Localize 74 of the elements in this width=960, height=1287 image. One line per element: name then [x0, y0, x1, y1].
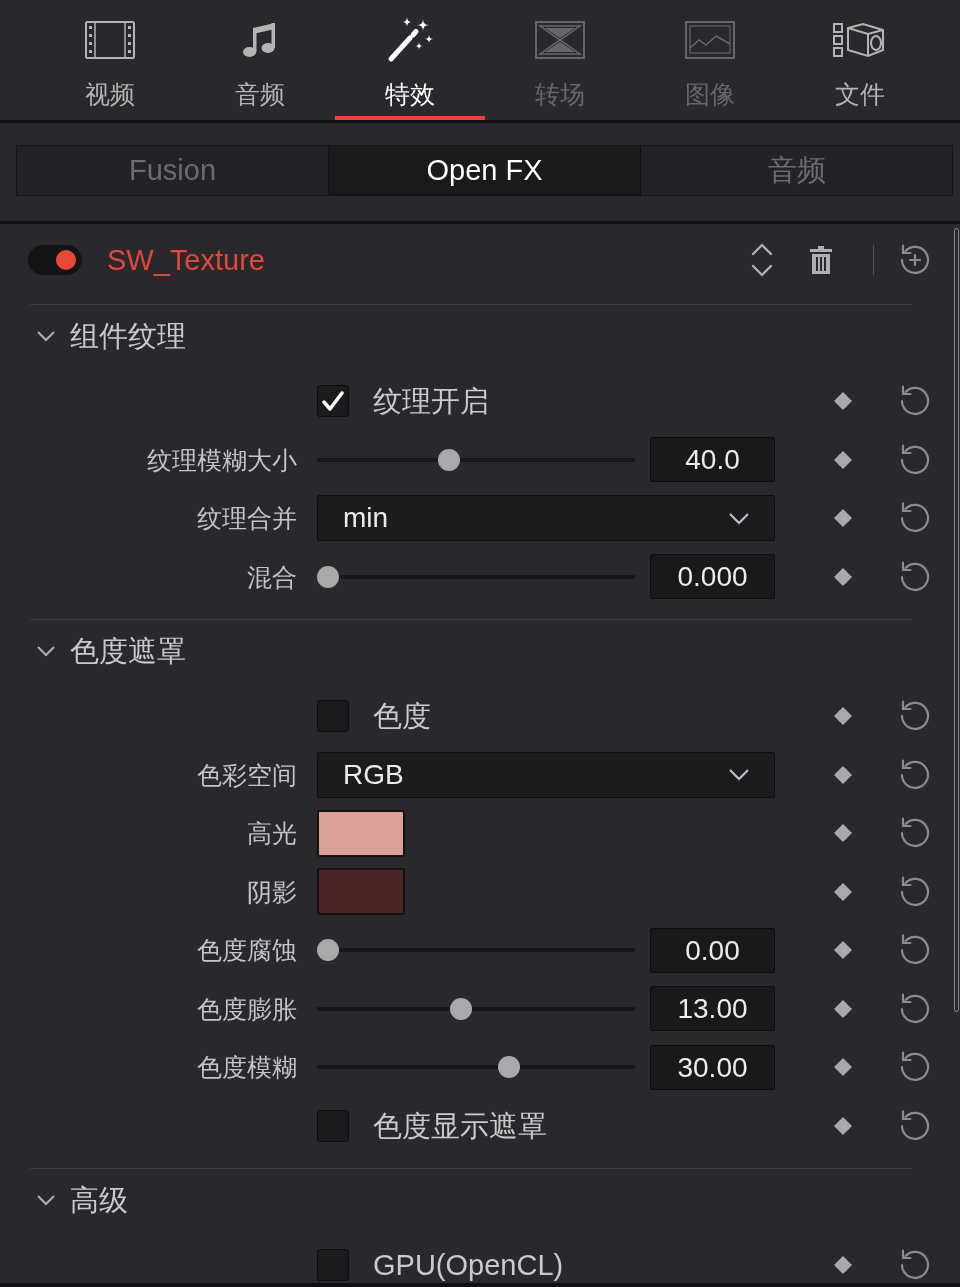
keyframe-diamond-icon[interactable] — [833, 1057, 853, 1078]
slider-thumb[interactable] — [438, 448, 461, 471]
value-field[interactable]: 40.0 — [650, 437, 775, 483]
value-field[interactable]: 13.00 — [650, 986, 775, 1032]
section-title[interactable]: 组件纹理 — [70, 318, 186, 354]
checkbox[interactable] — [317, 1109, 349, 1142]
keyframe-diamond-icon[interactable] — [833, 449, 853, 470]
value-field[interactable]: 0.00 — [650, 927, 775, 973]
scrollbar-thumb[interactable] — [954, 228, 959, 1012]
dropdown[interactable]: min — [317, 495, 775, 542]
checkbox[interactable] — [317, 700, 349, 733]
param-label: 色彩空间 — [197, 759, 297, 790]
reset-icon[interactable] — [898, 1108, 932, 1143]
chevron-down-icon — [728, 511, 750, 525]
reset-icon[interactable] — [898, 757, 932, 792]
section-title[interactable]: 高级 — [70, 1182, 128, 1218]
chevron-down-icon[interactable] — [36, 645, 56, 657]
chevrons-up-down-icon[interactable] — [751, 242, 773, 278]
param-label: 纹理模糊大小 — [147, 444, 297, 475]
keyframe-diamond-icon[interactable] — [833, 1115, 853, 1136]
reset-icon[interactable] — [898, 559, 932, 594]
keyframe-diamond-icon[interactable] — [833, 998, 853, 1019]
param-label: 混合 — [247, 561, 297, 592]
param-label: 高光 — [247, 818, 297, 849]
media-tab[interactable]: 视频 — [35, 0, 185, 120]
keyframe-diamond-icon[interactable] — [833, 706, 853, 727]
section-title[interactable]: 色度遮罩 — [70, 633, 186, 669]
keyframe-diamond-icon[interactable] — [833, 566, 853, 587]
slider-thumb[interactable] — [497, 1056, 520, 1079]
checkbox-label: GPU(OpenCL) — [373, 1248, 564, 1283]
checkbox-label: 色度显示遮罩 — [373, 1108, 547, 1143]
keyframe-diamond-icon[interactable] — [833, 823, 853, 844]
keyframe-diamond-icon[interactable] — [833, 764, 853, 785]
value-field[interactable]: 30.00 — [650, 1044, 775, 1090]
reset-plus-icon[interactable] — [898, 243, 932, 277]
effect-name: SW_Texture — [107, 243, 265, 278]
transition-icon — [535, 21, 585, 59]
param-label: 阴影 — [247, 876, 297, 907]
chevron-down-icon — [728, 768, 750, 782]
image-icon — [685, 21, 735, 59]
checkbox-label: 纹理开启 — [373, 384, 489, 419]
slider-thumb[interactable] — [317, 939, 339, 962]
slider-thumb[interactable] — [450, 997, 473, 1020]
checkbox-label: 色度 — [373, 699, 431, 734]
checkbox[interactable] — [317, 1249, 349, 1282]
param-label: 色度模糊 — [197, 1052, 297, 1083]
reset-icon[interactable] — [898, 991, 932, 1026]
param-label: 色度腐蚀 — [197, 935, 297, 966]
param-label: 纹理合并 — [197, 503, 297, 534]
param-label: 色度膨胀 — [197, 993, 297, 1024]
cube-icon — [833, 20, 887, 60]
color-swatch[interactable] — [317, 809, 405, 857]
keyframe-diamond-icon[interactable] — [833, 1255, 853, 1276]
keyframe-diamond-icon[interactable] — [833, 940, 853, 961]
media-tab[interactable]: 文件 — [785, 0, 935, 120]
value-field[interactable]: 0.000 — [650, 554, 775, 600]
color-swatch[interactable] — [317, 868, 405, 916]
reset-icon[interactable] — [898, 874, 932, 909]
chevron-down-icon[interactable] — [36, 330, 56, 342]
keyframe-diamond-icon[interactable] — [833, 508, 853, 529]
toggle-switch[interactable] — [28, 245, 82, 275]
keyframe-diamond-icon[interactable] — [833, 391, 853, 412]
trash-icon[interactable] — [810, 246, 832, 274]
checkbox[interactable] — [317, 385, 349, 418]
keyframe-diamond-icon[interactable] — [833, 881, 853, 902]
media-tab[interactable]: 音频 — [185, 0, 335, 120]
chevron-down-icon[interactable] — [36, 1194, 56, 1206]
dropdown[interactable]: RGB — [317, 751, 775, 798]
segment-tab[interactable]: Open FX — [328, 146, 641, 195]
film-strip-icon — [85, 21, 135, 59]
reset-icon[interactable] — [898, 442, 932, 477]
slider-thumb[interactable] — [317, 565, 339, 588]
media-tab[interactable]: 特效 — [335, 0, 485, 120]
checkmark-icon — [322, 391, 344, 412]
